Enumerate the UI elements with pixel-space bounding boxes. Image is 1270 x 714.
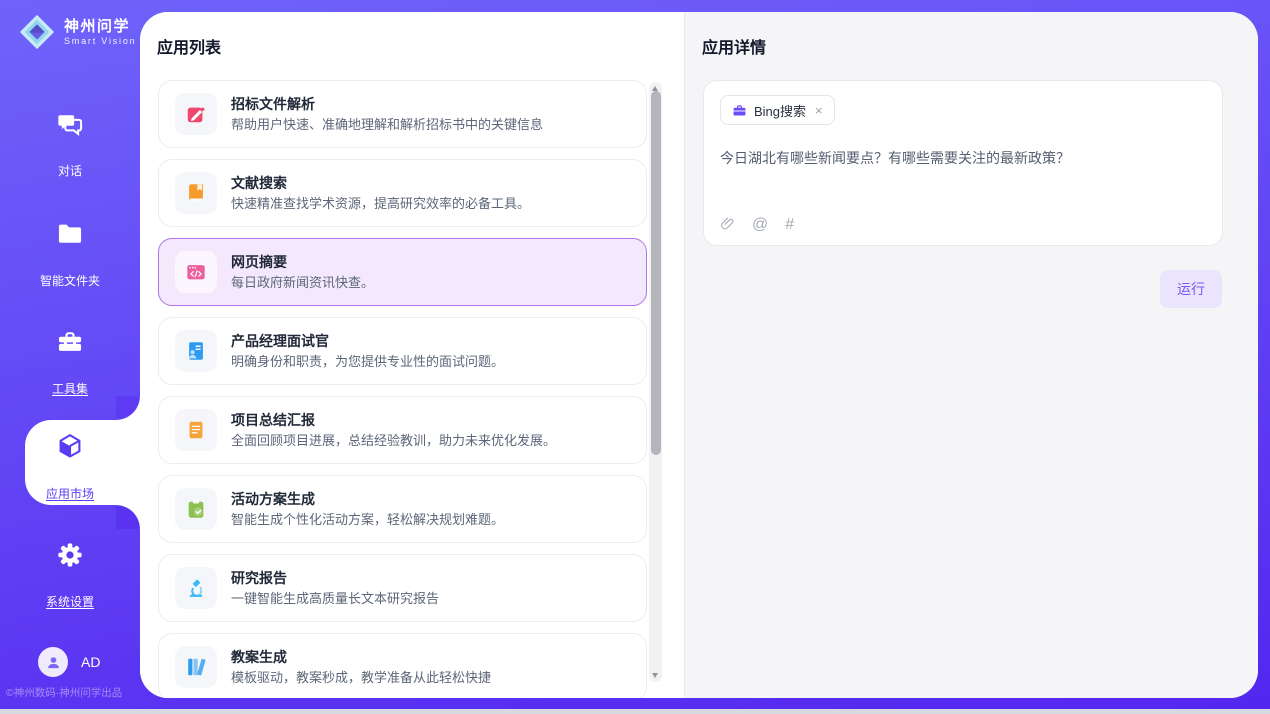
avatar	[38, 647, 68, 677]
paperclip-icon[interactable]	[720, 216, 735, 233]
sidebar: 神州问学 Smart Vision 对话 智能文件夹	[0, 0, 140, 714]
app-card-desc: 明确身份和职责，为您提供专业性的面试问题。	[231, 355, 504, 368]
app-card-title: 教案生成	[231, 650, 491, 664]
sidebar-item-label: 应用市场	[46, 485, 94, 502]
document-person-icon	[175, 330, 217, 372]
app-card-desc: 每日政府新闻资讯快查。	[231, 276, 374, 289]
attachment-toolbar: @ #	[720, 216, 794, 233]
app-card-lesson-plan[interactable]: 教案生成 模板驱动，教案秒成，教学准备从此轻松快捷	[158, 633, 647, 698]
app-card-event-plan[interactable]: 活动方案生成 智能生成个性化活动方案，轻松解决规划难题。	[158, 475, 647, 543]
sidebar-item-app-market[interactable]: 应用市场	[0, 431, 140, 503]
toolbox-icon	[0, 328, 140, 356]
brand-subtitle: Smart Vision	[64, 36, 136, 46]
sidebar-item-label: 工具集	[52, 380, 88, 397]
tool-chip-bing-search[interactable]: Bing搜索 ×	[720, 95, 835, 125]
tool-chip-label: Bing搜索	[754, 101, 806, 120]
bottom-strip	[0, 709, 1270, 714]
scroll-down-arrow-icon[interactable]	[652, 673, 658, 678]
sidebar-item-chat[interactable]: 对话	[0, 110, 140, 180]
sidebar-footer: ©神州数码·神州问学出品	[6, 685, 138, 700]
sidebar-item-label: 智能文件夹	[40, 272, 100, 289]
app-card-project-summary[interactable]: 项目总结汇报 全面回顾项目进展，总结经验教训，助力未来优化发展。	[158, 396, 647, 464]
app-card-desc: 模板驱动，教案秒成，教学准备从此轻松快捷	[231, 671, 491, 684]
clipboard-check-icon	[175, 488, 217, 530]
app-card-pm-interviewer[interactable]: 产品经理面试官 明确身份和职责，为您提供专业性的面试问题。	[158, 317, 647, 385]
report-doc-icon	[175, 409, 217, 451]
briefcase-icon	[732, 103, 747, 118]
app-card-tender-parse[interactable]: 招标文件解析 帮助用户快速、准确地理解和解析招标书中的关键信息	[158, 80, 647, 148]
app-card-title: 项目总结汇报	[231, 413, 556, 427]
brand-name: 神州问学	[64, 18, 136, 36]
book-icon	[175, 172, 217, 214]
chat-icon	[0, 110, 140, 138]
sidebar-item-toolset[interactable]: 工具集	[0, 328, 140, 398]
user-account[interactable]: AD	[38, 647, 100, 677]
app-list-scroll-area: 招标文件解析 帮助用户快速、准确地理解和解析招标书中的关键信息 文献搜索 快速精…	[140, 80, 684, 698]
app-card-desc: 帮助用户快速、准确地理解和解析招标书中的关键信息	[231, 118, 543, 131]
folder-icon	[0, 220, 140, 248]
browser-code-icon	[175, 251, 217, 293]
app-card-title: 活动方案生成	[231, 492, 504, 506]
scrollbar[interactable]	[649, 82, 662, 682]
user-name: AD	[81, 654, 100, 670]
person-icon	[45, 654, 62, 671]
app-card-title: 产品经理面试官	[231, 334, 504, 348]
microscope-icon	[175, 567, 217, 609]
app-list-title: 应用列表	[157, 34, 221, 58]
sidebar-item-smart-folder[interactable]: 智能文件夹	[0, 220, 140, 290]
run-button[interactable]: 运行	[1160, 270, 1222, 308]
diamond-logo-icon	[18, 13, 56, 51]
app-card-literature-search[interactable]: 文献搜索 快速精准查找学术资源，提高研究效率的必备工具。	[158, 159, 647, 227]
app-card-web-summary[interactable]: 网页摘要 每日政府新闻资讯快查。	[158, 238, 647, 306]
chip-close-icon[interactable]: ×	[815, 103, 823, 118]
prompt-input[interactable]: 今日湖北有哪些新闻要点？有哪些需要关注的最新政策？	[720, 148, 1206, 168]
app-card-desc: 一键智能生成高质量长文本研究报告	[231, 592, 439, 605]
at-mention-icon[interactable]: @	[752, 217, 768, 233]
app-card-research-report[interactable]: 研究报告 一键智能生成高质量长文本研究报告	[158, 554, 647, 622]
app-card-desc: 智能生成个性化活动方案，轻松解决规划难题。	[231, 513, 504, 526]
edit-square-icon	[175, 93, 217, 135]
app-card-title: 研究报告	[231, 571, 439, 585]
app-card-title: 网页摘要	[231, 255, 374, 269]
books-icon	[175, 646, 217, 688]
app-detail-title: 应用详情	[702, 34, 766, 58]
gear-icon	[0, 541, 140, 569]
app-card-desc: 快速精准查找学术资源，提高研究效率的必备工具。	[231, 197, 530, 210]
app-card-desc: 全面回顾项目进展，总结经验教训，助力未来优化发展。	[231, 434, 556, 447]
sidebar-item-settings[interactable]: 系统设置	[0, 541, 140, 611]
prompt-card: Bing搜索 × 今日湖北有哪些新闻要点？有哪些需要关注的最新政策？ @ #	[703, 80, 1223, 246]
app-detail-pane: 应用详情 Bing搜索 × 今日湖北有哪些新闻要点？有哪些需要关注的最新政策？ …	[684, 12, 1258, 698]
brand-logo: 神州问学 Smart Vision	[18, 13, 136, 51]
hash-tag-icon[interactable]: #	[785, 217, 794, 233]
app-card-title: 招标文件解析	[231, 97, 543, 111]
sidebar-item-label: 系统设置	[46, 593, 94, 610]
cube-icon	[0, 431, 140, 461]
scrollbar-thumb[interactable]	[651, 91, 661, 455]
app-card-title: 文献搜索	[231, 176, 530, 190]
main-content: 应用列表 招标文件解析 帮助用户快速、准确地理解和解析招标书中的关键信息	[140, 12, 1258, 698]
app-list-pane: 应用列表 招标文件解析 帮助用户快速、准确地理解和解析招标书中的关键信息	[140, 12, 684, 698]
sidebar-item-label: 对话	[58, 162, 82, 179]
